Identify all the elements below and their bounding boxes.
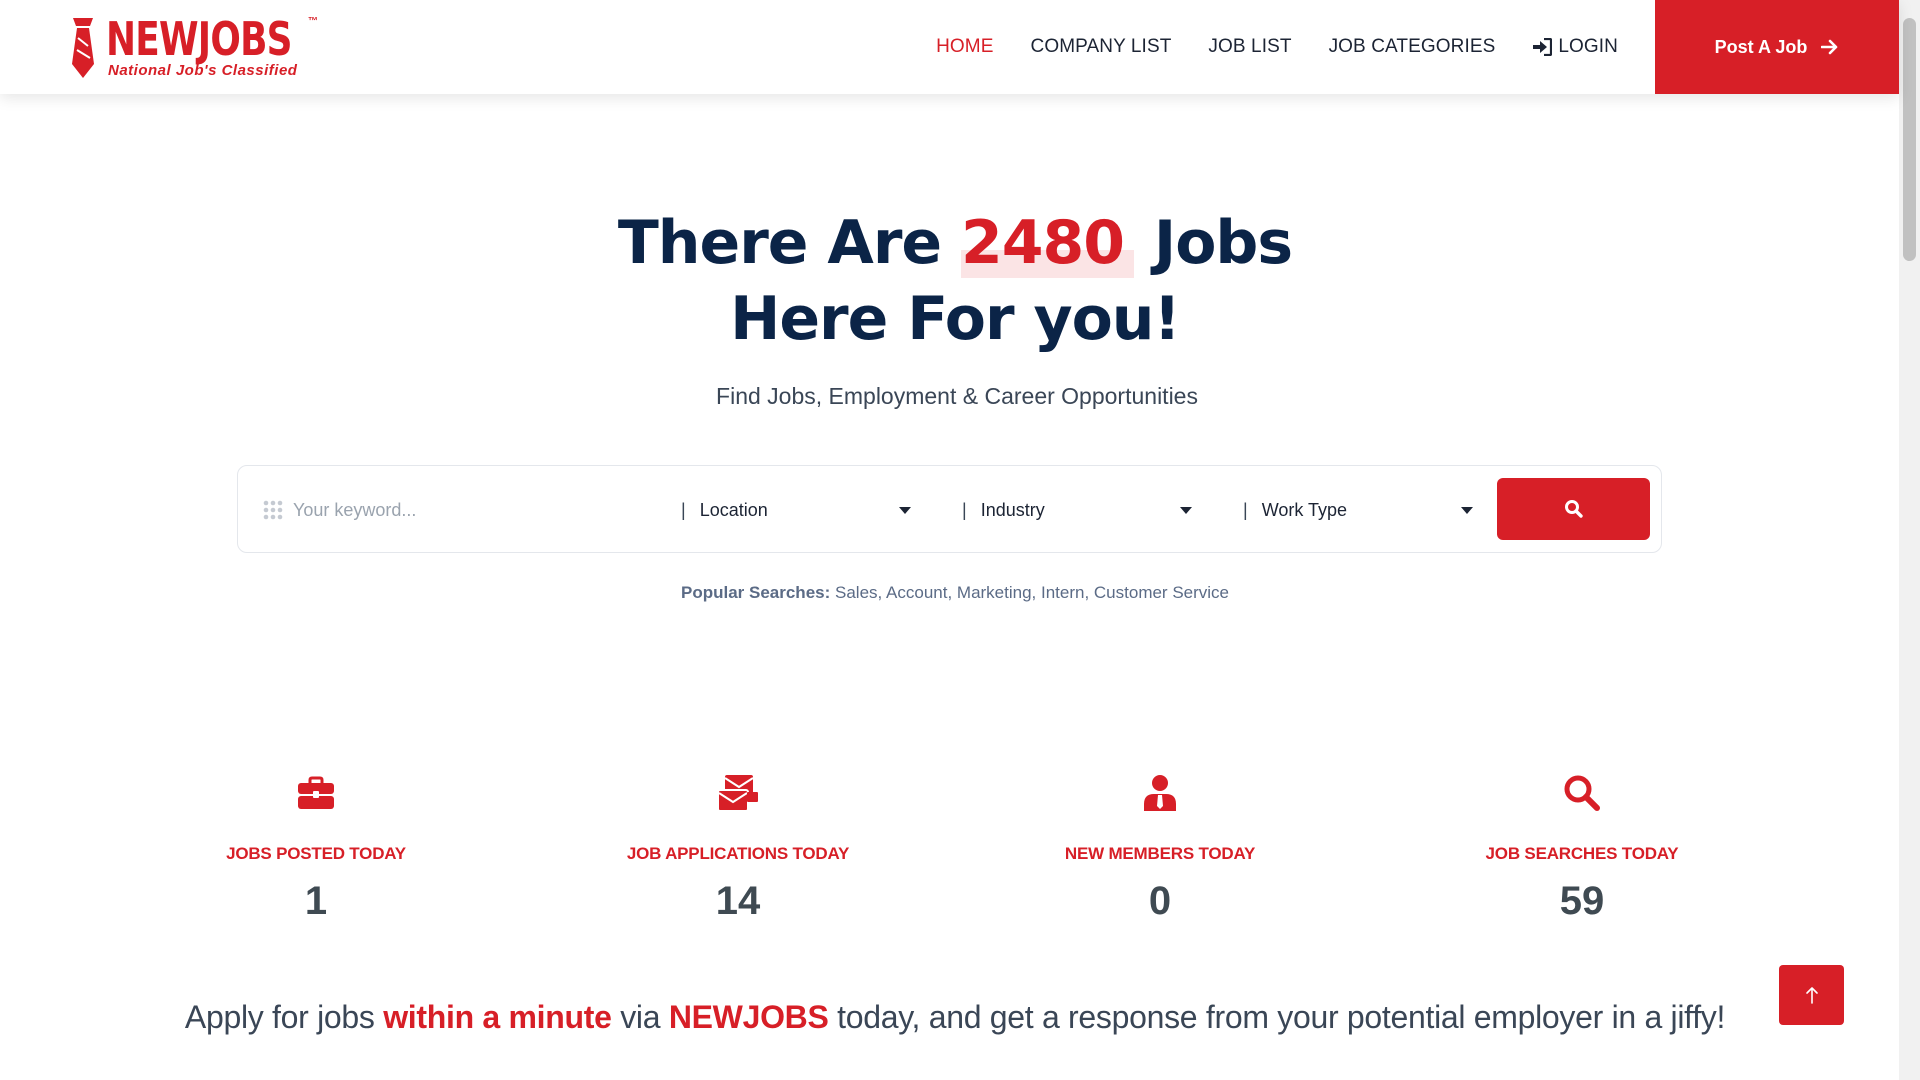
popular-search-terms[interactable]: Sales, Account, Marketing, Intern, Custo… <box>835 583 1229 602</box>
post-job-button[interactable]: Post A Job <box>1655 0 1899 94</box>
location-value: Location <box>699 499 768 520</box>
hero-subtitle: Find Jobs, Employment & Career Opportuni… <box>716 383 1198 409</box>
hero-title-line2: Here For you! <box>730 284 1181 354</box>
industry-select[interactable]: | Industry <box>962 490 1192 530</box>
stat-jobs-posted: JOBS POSTED TODAY 1 <box>116 772 516 924</box>
nav-home[interactable]: HOME <box>936 36 993 58</box>
logo-trademark: ™ <box>308 16 318 27</box>
tagline-brand: NEWJOBS <box>668 999 829 1035</box>
mail-stack-icon <box>717 775 758 812</box>
stat-value: 0 <box>1148 879 1172 923</box>
divider: | <box>681 499 686 520</box>
post-job-label: Post A Job <box>1714 36 1808 57</box>
nav-job-categories[interactable]: JOB CATEGORIES <box>1329 36 1496 58</box>
caret-down-icon <box>899 507 911 514</box>
tie-icon <box>72 18 94 78</box>
keyword-input[interactable] <box>293 490 663 530</box>
nav-company-list[interactable]: COMPANY LIST <box>1031 36 1172 58</box>
hero-title-pre: There Are <box>617 208 961 278</box>
apply-tagline: Apply for jobs within a minute via NEWJO… <box>0 999 1910 1036</box>
stat-value: 59 <box>1559 879 1605 923</box>
work-type-value: Work Type <box>1261 499 1348 520</box>
search-icon <box>1564 775 1600 811</box>
logo-wordmark: NEWJOBS <box>106 12 292 66</box>
page-scrollbar[interactable] <box>1899 0 1920 1080</box>
hero-title-post: Jobs <box>1134 208 1293 278</box>
user-tie-icon <box>1144 775 1176 811</box>
tagline-part: today, and get a response from your pote… <box>828 999 1726 1035</box>
popular-searches: Popular Searches: Sales, Account, Market… <box>0 583 1910 603</box>
logo-tagline: National Job's Classified <box>108 62 298 79</box>
sign-in-icon <box>1533 38 1553 56</box>
tagline-part: via <box>611 999 669 1035</box>
tagline-part: Apply for jobs <box>184 999 384 1035</box>
briefcase-icon <box>298 776 334 809</box>
stat-label: NEW MEMBERS TODAY <box>1064 844 1256 863</box>
stat-value: 14 <box>715 879 761 923</box>
grid-dots-icon <box>263 500 283 520</box>
main-nav: HOME COMPANY LIST JOB LIST JOB CATEGORIE… <box>899 0 1618 94</box>
arrow-right-icon <box>1821 39 1838 55</box>
divider: | <box>1243 499 1248 520</box>
caret-down-icon <box>1180 507 1192 514</box>
caret-down-icon <box>1461 507 1473 514</box>
nav-login-label: LOGIN <box>1558 36 1618 57</box>
work-type-select[interactable]: | Work Type <box>1243 490 1473 530</box>
nav-login[interactable]: LOGIN <box>1532 36 1618 58</box>
stat-label: JOB APPLICATIONS TODAY <box>626 844 850 863</box>
stat-label: JOB SEARCHES TODAY <box>1485 844 1679 863</box>
stat-label: JOBS POSTED TODAY <box>226 844 406 863</box>
hero-job-count: 2480 <box>961 208 1134 278</box>
search-button[interactable] <box>1497 478 1650 540</box>
stat-new-members: NEW MEMBERS TODAY 0 <box>960 772 1360 924</box>
industry-value: Industry <box>980 499 1045 520</box>
divider: | <box>962 499 967 520</box>
hero-title: There Are 2480 Jobs Here For you! <box>0 205 1910 357</box>
search-icon <box>1564 500 1583 518</box>
arrow-up-icon <box>1805 987 1818 1004</box>
stat-value: 1 <box>304 879 328 923</box>
job-search-form: | Location | Industry | Work Type <box>237 465 1662 553</box>
tagline-highlight: within a minute <box>383 999 612 1035</box>
back-to-top-button[interactable] <box>1779 965 1844 1025</box>
site-logo[interactable]: NEWJOBS ™ National Job's Classified <box>68 12 328 82</box>
popular-searches-label: Popular Searches: <box>680 583 831 602</box>
stat-job-applications: JOB APPLICATIONS TODAY 14 <box>538 772 938 924</box>
nav-job-list[interactable]: JOB LIST <box>1208 36 1291 58</box>
stat-job-searches: JOB SEARCHES TODAY 59 <box>1382 772 1782 924</box>
site-header: NEWJOBS ™ National Job's Classified HOME… <box>0 0 1899 94</box>
location-select[interactable]: | Location <box>681 490 911 530</box>
